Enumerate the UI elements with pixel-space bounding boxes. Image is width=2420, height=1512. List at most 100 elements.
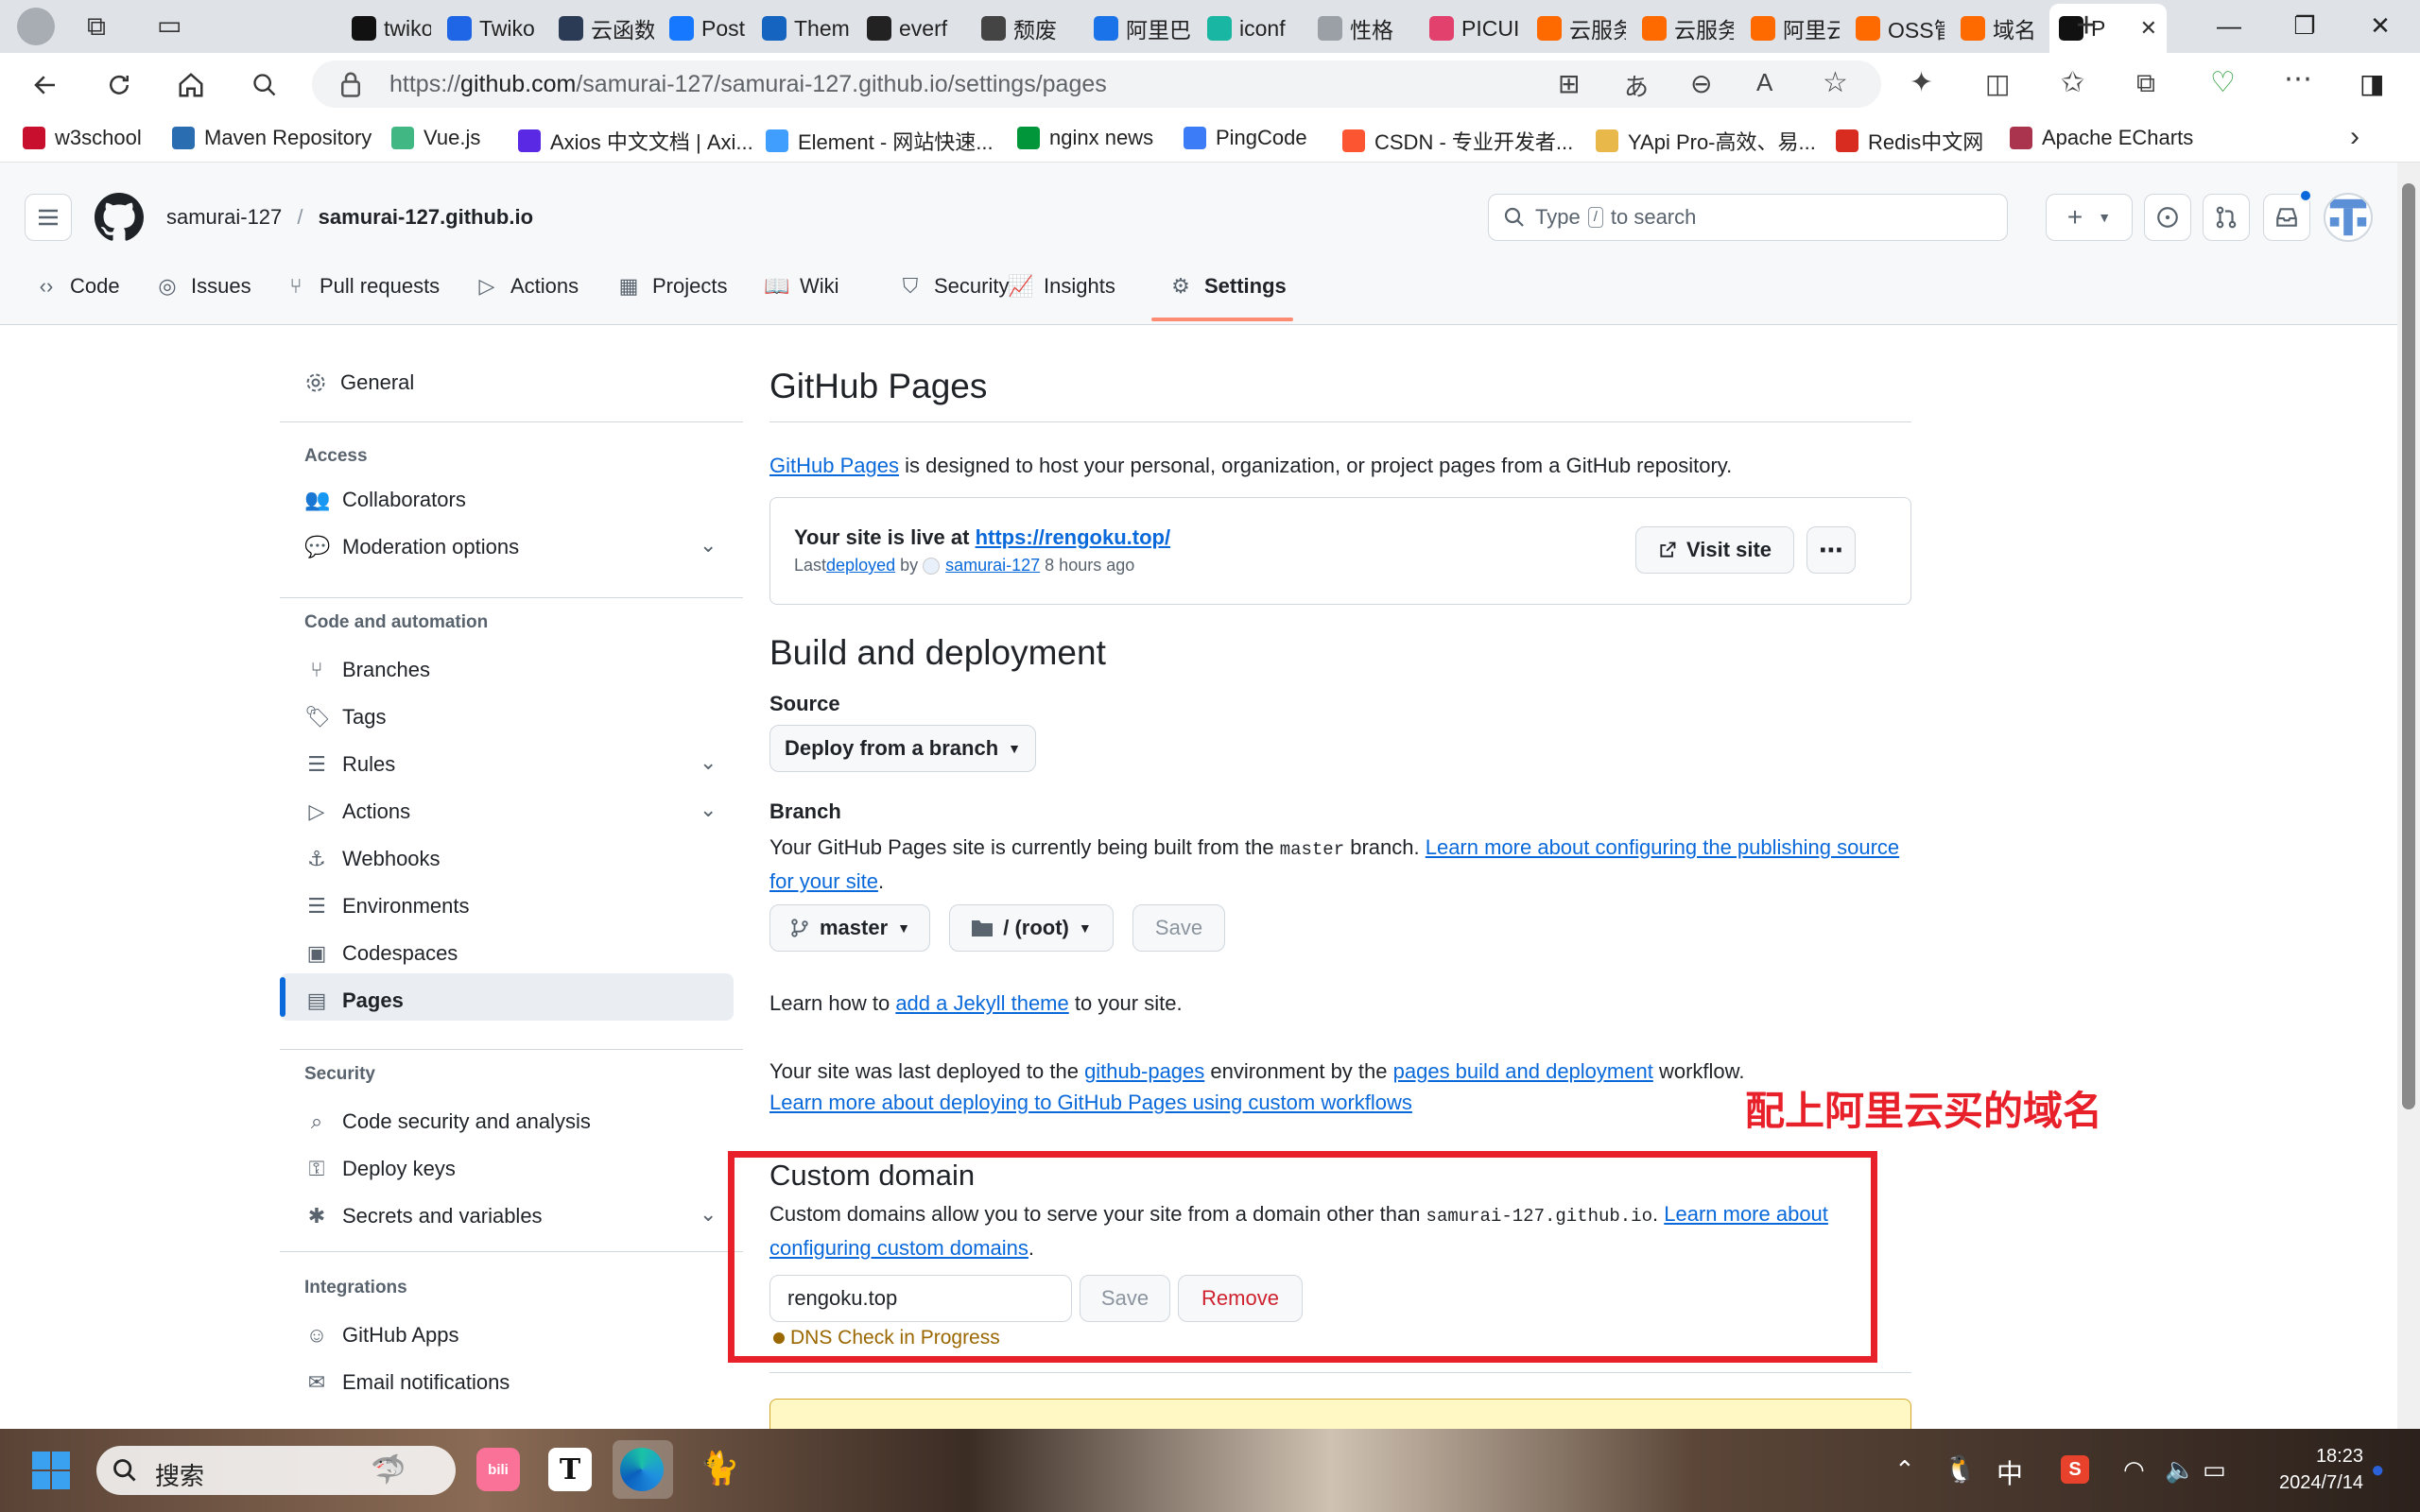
tab-pull-requests[interactable]: ⑂ Pull requests: [284, 274, 440, 299]
site-url-link[interactable]: https://rengoku.top/: [976, 525, 1171, 549]
collections-icon[interactable]: ⧉: [2136, 68, 2155, 99]
sidebar-item-pages[interactable]: ▤ Pages: [304, 988, 404, 1013]
deployed-link[interactable]: deployed: [826, 556, 895, 576]
chevron-down-icon[interactable]: ⌄: [700, 798, 717, 822]
translate-icon[interactable]: あ: [1624, 68, 1649, 103]
branch-select-button[interactable]: master ▼: [769, 904, 930, 952]
folder-select-button[interactable]: / (root) ▼: [949, 904, 1114, 952]
tab-code[interactable]: ‹› Code: [34, 274, 120, 299]
bookmark-item[interactable]: nginx news: [1017, 126, 1153, 150]
ime-indicator[interactable]: 中: [1996, 1453, 2023, 1491]
browser-tab[interactable]: iconf: [1198, 9, 1303, 47]
app-available-icon[interactable]: ⊞: [1558, 68, 1580, 99]
jekyll-theme-link[interactable]: add a Jekyll theme: [895, 991, 1068, 1015]
tab-actions-icon[interactable]: ▭: [157, 9, 182, 41]
browser-tab[interactable]: 颓废: [972, 9, 1078, 47]
windows-start-icon[interactable]: [32, 1452, 70, 1489]
url-text[interactable]: https://github.com/samurai-127/samurai-1…: [389, 71, 1107, 98]
sogou-ime-icon[interactable]: S: [2061, 1455, 2089, 1484]
close-window-button[interactable]: ✕: [2361, 11, 2399, 41]
sidebar-item-tags[interactable]: 🏷 Tags: [304, 705, 386, 730]
pull-requests-icon[interactable]: [2203, 194, 2250, 241]
browser-tab[interactable]: 阿里云: [1741, 9, 1840, 47]
sidebar-item-deploy-keys[interactable]: ⚿ Deploy keys: [304, 1157, 456, 1181]
custom-workflows-link[interactable]: Learn more about deploying to GitHub Pag…: [769, 1091, 1412, 1114]
chevron-down-icon[interactable]: ⌄: [700, 750, 717, 775]
split-screen-icon[interactable]: ◫: [1985, 68, 2010, 99]
sidebar-item-general[interactable]: General: [304, 370, 414, 395]
publishing-source-link[interactable]: Learn more about configuring the publish…: [1426, 835, 1899, 859]
tab-settings[interactable]: ⚙ Settings: [1168, 274, 1287, 299]
browser-tab[interactable]: 域名: [1951, 9, 2043, 47]
bilibili-app-icon[interactable]: bili: [476, 1448, 520, 1491]
visit-site-button[interactable]: Visit site: [1635, 526, 1794, 574]
bookmark-item[interactable]: YApi Pro-高效、易...: [1596, 126, 1816, 156]
browser-tab[interactable]: twiko: [342, 9, 431, 47]
sidebar-item-actions[interactable]: ▷ Actions: [304, 799, 411, 824]
minimize-button[interactable]: —: [2210, 11, 2248, 41]
sidebar-item-collaborators[interactable]: 👥 Collaborators: [304, 488, 466, 512]
tab-projects[interactable]: ▦ Projects: [616, 274, 728, 299]
notification-bell-icon[interactable]: ●: [2371, 1457, 2385, 1484]
battery-icon[interactable]: ▭: [2203, 1455, 2226, 1485]
tab-security[interactable]: ⛉ Security: [898, 274, 1010, 299]
home-button[interactable]: [172, 66, 210, 104]
sidebar-item-secrets-and-variables[interactable]: ✱ Secrets and variables: [304, 1204, 543, 1228]
bookmark-item[interactable]: w3school: [23, 126, 142, 150]
browser-tab[interactable]: Them: [752, 9, 851, 47]
sidebar-item-code-security-and-analysis[interactable]: ⌕ Code security and analysis: [304, 1109, 591, 1134]
chevron-right-icon[interactable]: ›: [2350, 121, 2360, 153]
sidebar-item-rules[interactable]: ☰ Rules: [304, 752, 395, 777]
publishing-source-link-2[interactable]: for your site: [769, 869, 878, 893]
sidebar-item-moderation-options[interactable]: 💬 Moderation options: [304, 535, 519, 559]
close-tab-icon[interactable]: ✕: [2140, 16, 2157, 41]
scrollbar-thumb[interactable]: [2402, 183, 2415, 1109]
browser-tab[interactable]: everf: [857, 9, 965, 47]
workflow-link[interactable]: pages build and deployment: [1393, 1059, 1653, 1083]
edge-app-icon[interactable]: [620, 1448, 664, 1491]
browser-tab[interactable]: 云服务: [1528, 9, 1626, 47]
bookmark-item[interactable]: Vue.js: [391, 126, 480, 150]
owner-link[interactable]: samurai-127: [166, 205, 282, 229]
bookmark-item[interactable]: Axios 中文文档 | Axi...: [518, 126, 753, 156]
bookmark-item[interactable]: PingCode: [1184, 126, 1307, 150]
sidebar-item-webhooks[interactable]: ⚓ Webhooks: [304, 847, 440, 871]
bookmark-item[interactable]: CSDN - 专业开发者...: [1342, 126, 1573, 156]
chevron-down-icon[interactable]: ⌄: [700, 1202, 717, 1227]
browser-tab[interactable]: 阿里巴: [1084, 9, 1190, 47]
browser-tab[interactable]: P ✕: [2049, 4, 2167, 53]
bookmark-item[interactable]: Maven Repository: [172, 126, 372, 150]
workspaces-icon[interactable]: ⧉: [87, 11, 106, 43]
chevron-down-icon[interactable]: ⌄: [700, 533, 717, 558]
browser-essentials-icon[interactable]: ♡: [2210, 66, 2236, 99]
profile-avatar[interactable]: [17, 8, 55, 45]
tab-insights[interactable]: 📈 Insights: [1008, 274, 1115, 299]
browser-tab[interactable]: 云服务: [1633, 9, 1734, 47]
user-avatar[interactable]: [2324, 193, 2373, 242]
cat-app-icon[interactable]: 🐈: [700, 1450, 739, 1487]
typora-app-icon[interactable]: T: [548, 1448, 592, 1491]
clock-date[interactable]: 2024/7/14: [2250, 1472, 2363, 1494]
tab-wiki[interactable]: 📖 Wiki: [764, 274, 839, 299]
repo-link[interactable]: samurai-127.github.io: [319, 205, 533, 229]
bookmark-item[interactable]: Apache ECharts: [2010, 126, 2193, 150]
browser-tab[interactable]: 性格: [1308, 9, 1413, 47]
lock-icon[interactable]: [338, 70, 363, 98]
back-button[interactable]: [26, 66, 64, 104]
favorites-icon[interactable]: ✩: [2061, 66, 2084, 99]
browser-tab[interactable]: PostC: [660, 9, 746, 47]
more-menu-icon[interactable]: ⋯: [2284, 62, 2312, 95]
bookmark-item[interactable]: Element - 网站快速...: [766, 126, 994, 156]
create-new-button[interactable]: + ▼: [2046, 194, 2133, 241]
extensions-icon[interactable]: ✦: [1910, 66, 1933, 99]
browser-tab[interactable]: 云函数: [549, 9, 654, 47]
restore-button[interactable]: ❐: [2286, 11, 2324, 41]
wifi-icon[interactable]: ◠: [2123, 1455, 2145, 1485]
more-options-button[interactable]: ⋯: [1806, 526, 1856, 574]
sidebar-item-codespaces[interactable]: ▣ Codespaces: [304, 941, 458, 966]
refresh-button[interactable]: [100, 66, 138, 104]
qq-tray-icon[interactable]: 🐧: [1944, 1453, 1977, 1485]
deployer-link[interactable]: samurai-127: [945, 556, 1040, 576]
hamburger-menu-icon[interactable]: [25, 194, 72, 241]
zoom-out-icon[interactable]: ⊖: [1690, 68, 1712, 99]
